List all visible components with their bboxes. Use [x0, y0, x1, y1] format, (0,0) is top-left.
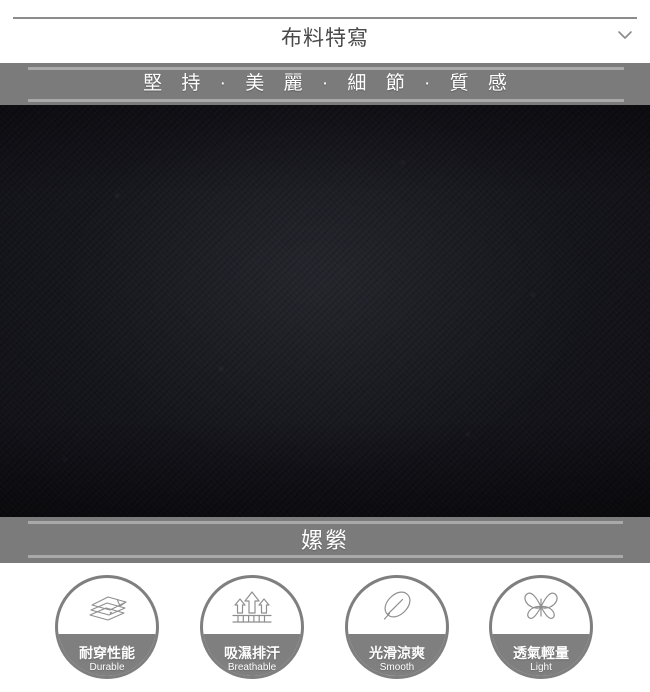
header-divider — [13, 17, 637, 19]
badge-label-en: Durable — [89, 661, 125, 673]
feature-badge-durable[interactable]: 耐穿性能 Durable — [55, 575, 159, 679]
badge-labels: 光滑涼爽 Smooth — [348, 646, 446, 673]
feature-badge-light[interactable]: 透氣輕量 Light — [489, 575, 593, 679]
butterfly-icon — [492, 582, 590, 634]
chevron-down-icon[interactable] — [612, 22, 638, 48]
badge-label-zh: 光滑涼爽 — [369, 644, 425, 661]
tagline-text: 堅 持 · 美 麗 · 細 節 · 質 感 — [143, 73, 514, 94]
fabric-closeup-image — [0, 105, 650, 517]
badge-label-en: Breathable — [227, 661, 277, 673]
badge-labels: 透氣輕量 Light — [492, 646, 590, 673]
badge-label-en: Light — [530, 661, 552, 673]
material-banner: 嫘縈 — [0, 517, 650, 563]
fabric-detail-page: 布料特寫 堅 持 · 美 麗 · 細 節 · 質 感 嫘縈 耐穿性能 Durab… — [0, 0, 650, 692]
tagline-banner: 堅 持 · 美 麗 · 細 節 · 質 感 — [0, 63, 650, 105]
moisture-wicking-arrows-icon — [203, 582, 301, 634]
fabric-vignette-overlay — [0, 105, 650, 517]
page-header: 布料特寫 — [0, 0, 650, 63]
badge-labels: 吸濕排汗 Breathable — [203, 646, 301, 673]
feature-badge-smooth[interactable]: 光滑涼爽 Smooth — [345, 575, 449, 679]
banner-line-bottom — [28, 99, 624, 102]
feature-badge-row: 耐穿性能 Durable 吸濕排汗 Breathable 光滑涼爽 Smooth… — [0, 563, 650, 692]
material-name-text: 嫘縈 — [300, 528, 349, 553]
fabric-layers-icon — [58, 582, 156, 634]
material-banner-line-bottom — [28, 555, 623, 558]
material-banner-line-top — [28, 521, 623, 524]
badge-labels: 耐穿性能 Durable — [58, 646, 156, 673]
badge-label-zh: 耐穿性能 — [79, 644, 135, 661]
smooth-cool-feather-icon — [348, 582, 446, 634]
banner-line-top — [28, 67, 624, 70]
feature-badge-breathable[interactable]: 吸濕排汗 Breathable — [200, 575, 304, 679]
page-title: 布料特寫 — [281, 27, 369, 50]
badge-label-en: Smooth — [379, 661, 415, 673]
badge-label-zh: 吸濕排汗 — [224, 644, 280, 661]
badge-label-zh: 透氣輕量 — [513, 644, 569, 661]
